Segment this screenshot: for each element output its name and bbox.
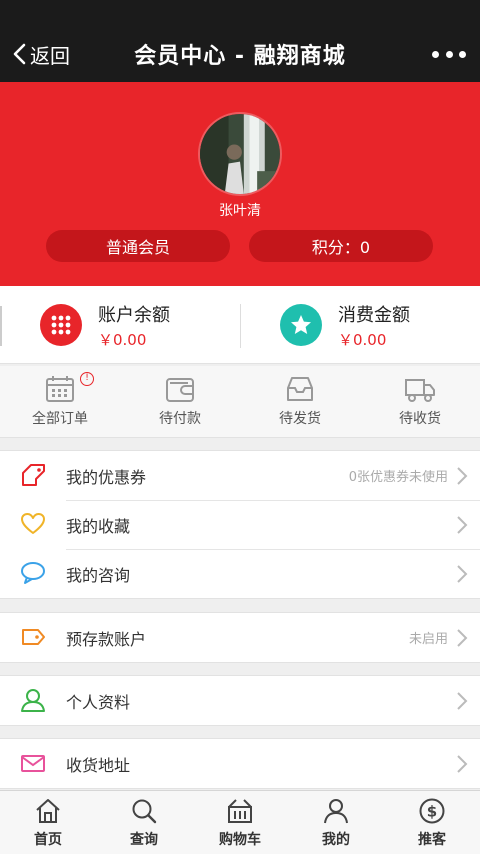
- tab-home[interactable]: 首页: [0, 791, 96, 854]
- dollar-icon: $: [419, 798, 445, 824]
- avatar-photo: [200, 114, 280, 194]
- wallet-icon: [166, 378, 194, 402]
- chevron-right-icon: [457, 755, 468, 773]
- deposit-account-row[interactable]: 预存款账户 未启用: [0, 613, 480, 662]
- top-nav-bar: 返回 会员中心 - 融翔商城: [0, 0, 480, 82]
- order-status-bar: ! 全部订单 待付款 待发货 待收货: [0, 366, 480, 438]
- tag-icon: [22, 629, 45, 645]
- chevron-right-icon: [457, 467, 468, 485]
- shipping-address-row[interactable]: 收货地址: [0, 739, 480, 788]
- tab-label: 推客: [418, 832, 446, 848]
- svg-text:$: $: [427, 803, 437, 821]
- tab-cart[interactable]: 购物车: [192, 791, 288, 854]
- menu-hint: 未启用: [408, 632, 448, 647]
- more-menu-button[interactable]: [432, 44, 466, 64]
- bottom-tab-bar: 首页 查询 购物车 我的 $ 推客: [0, 790, 480, 854]
- tab-label: 购物车: [219, 832, 261, 848]
- tab-mine[interactable]: 我的: [288, 791, 384, 854]
- menu-group-profile: 个人资料: [0, 675, 480, 726]
- menu-label: 收货地址: [66, 755, 131, 775]
- chevron-right-icon: [457, 629, 468, 647]
- my-coupons-row[interactable]: 我的优惠券 0张优惠券未使用: [0, 451, 480, 500]
- menu-label: 我的优惠券: [66, 467, 147, 487]
- order-label: 待发货: [279, 411, 321, 427]
- chat-bubble-icon: [21, 562, 45, 584]
- tab-label: 我的: [322, 832, 350, 848]
- personal-info-row[interactable]: 个人资料: [0, 676, 480, 725]
- account-balance-value: ￥0.00: [98, 330, 147, 349]
- spend-amount-item[interactable]: 消费金额 ￥0.00: [280, 286, 410, 364]
- tab-label: 查询: [130, 832, 158, 848]
- coupon-icon: [22, 464, 45, 486]
- points-badge[interactable]: 积分：0: [249, 230, 433, 262]
- heart-icon: [21, 513, 45, 534]
- balance-panel: 账户余额 ￥0.00 消费金额 ￥0.00: [0, 286, 480, 364]
- menu-label: 我的收藏: [66, 516, 131, 536]
- all-orders-button[interactable]: ! 全部订单: [0, 366, 120, 438]
- menu-group-primary: 我的优惠券 0张优惠券未使用 我的收藏 我的咨询: [0, 450, 480, 599]
- chevron-right-icon: [457, 516, 468, 534]
- tab-search[interactable]: 查询: [96, 791, 192, 854]
- person-icon: [21, 689, 45, 712]
- cart-icon: [228, 799, 252, 823]
- order-label: 全部订单: [32, 411, 88, 427]
- more-dot-icon: [432, 50, 439, 58]
- order-label: 待收货: [399, 411, 441, 427]
- page-title: 会员中心 - 融翔商城: [134, 44, 346, 69]
- pending-payment-button[interactable]: 待付款: [120, 366, 240, 438]
- calendar-icon: [46, 376, 74, 402]
- account-balance-label: 账户余额: [98, 304, 170, 326]
- spend-amount-value: ￥0.00: [338, 330, 387, 349]
- user-icon: [324, 799, 348, 824]
- more-dot-icon: [459, 50, 466, 58]
- chevron-right-icon: [457, 692, 468, 710]
- menu-label: 我的咨询: [66, 565, 131, 585]
- chevron-right-icon: [457, 565, 468, 583]
- tab-promoter[interactable]: $ 推客: [384, 791, 480, 854]
- search-icon: [132, 799, 157, 824]
- grid-dots-icon: [40, 304, 82, 346]
- spend-amount-label: 消费金额: [338, 304, 410, 326]
- home-icon: [36, 799, 60, 823]
- more-dot-icon: [445, 50, 453, 58]
- inbox-icon: [287, 377, 313, 401]
- tab-label: 首页: [34, 832, 62, 848]
- username: 张叶清: [219, 203, 261, 219]
- pending-shipment-button[interactable]: 待发货: [240, 366, 360, 438]
- menu-hint: 0张优惠券未使用: [348, 470, 448, 485]
- star-icon: [280, 304, 322, 346]
- menu-label: 预存款账户: [66, 629, 147, 649]
- envelope-icon: [21, 755, 45, 772]
- menu-group-address: 收货地址: [0, 738, 480, 789]
- profile-header: 张叶清 普通会员 积分：0: [0, 82, 480, 286]
- truck-icon: [405, 379, 435, 402]
- avatar[interactable]: [198, 112, 282, 196]
- divider: [0, 306, 2, 346]
- menu-group-deposit: 预存款账户 未启用: [0, 612, 480, 663]
- member-level-badge[interactable]: 普通会员: [46, 230, 230, 262]
- menu-label: 个人资料: [66, 692, 131, 712]
- my-favorites-row[interactable]: 我的收藏: [0, 500, 480, 549]
- divider: [240, 304, 241, 348]
- order-label: 待付款: [159, 411, 201, 427]
- notification-badge-icon: !: [80, 372, 94, 386]
- account-balance-item[interactable]: 账户余额 ￥0.00: [40, 286, 170, 364]
- my-inquiries-row[interactable]: 我的咨询: [0, 549, 480, 598]
- pending-receipt-button[interactable]: 待收货: [360, 366, 480, 438]
